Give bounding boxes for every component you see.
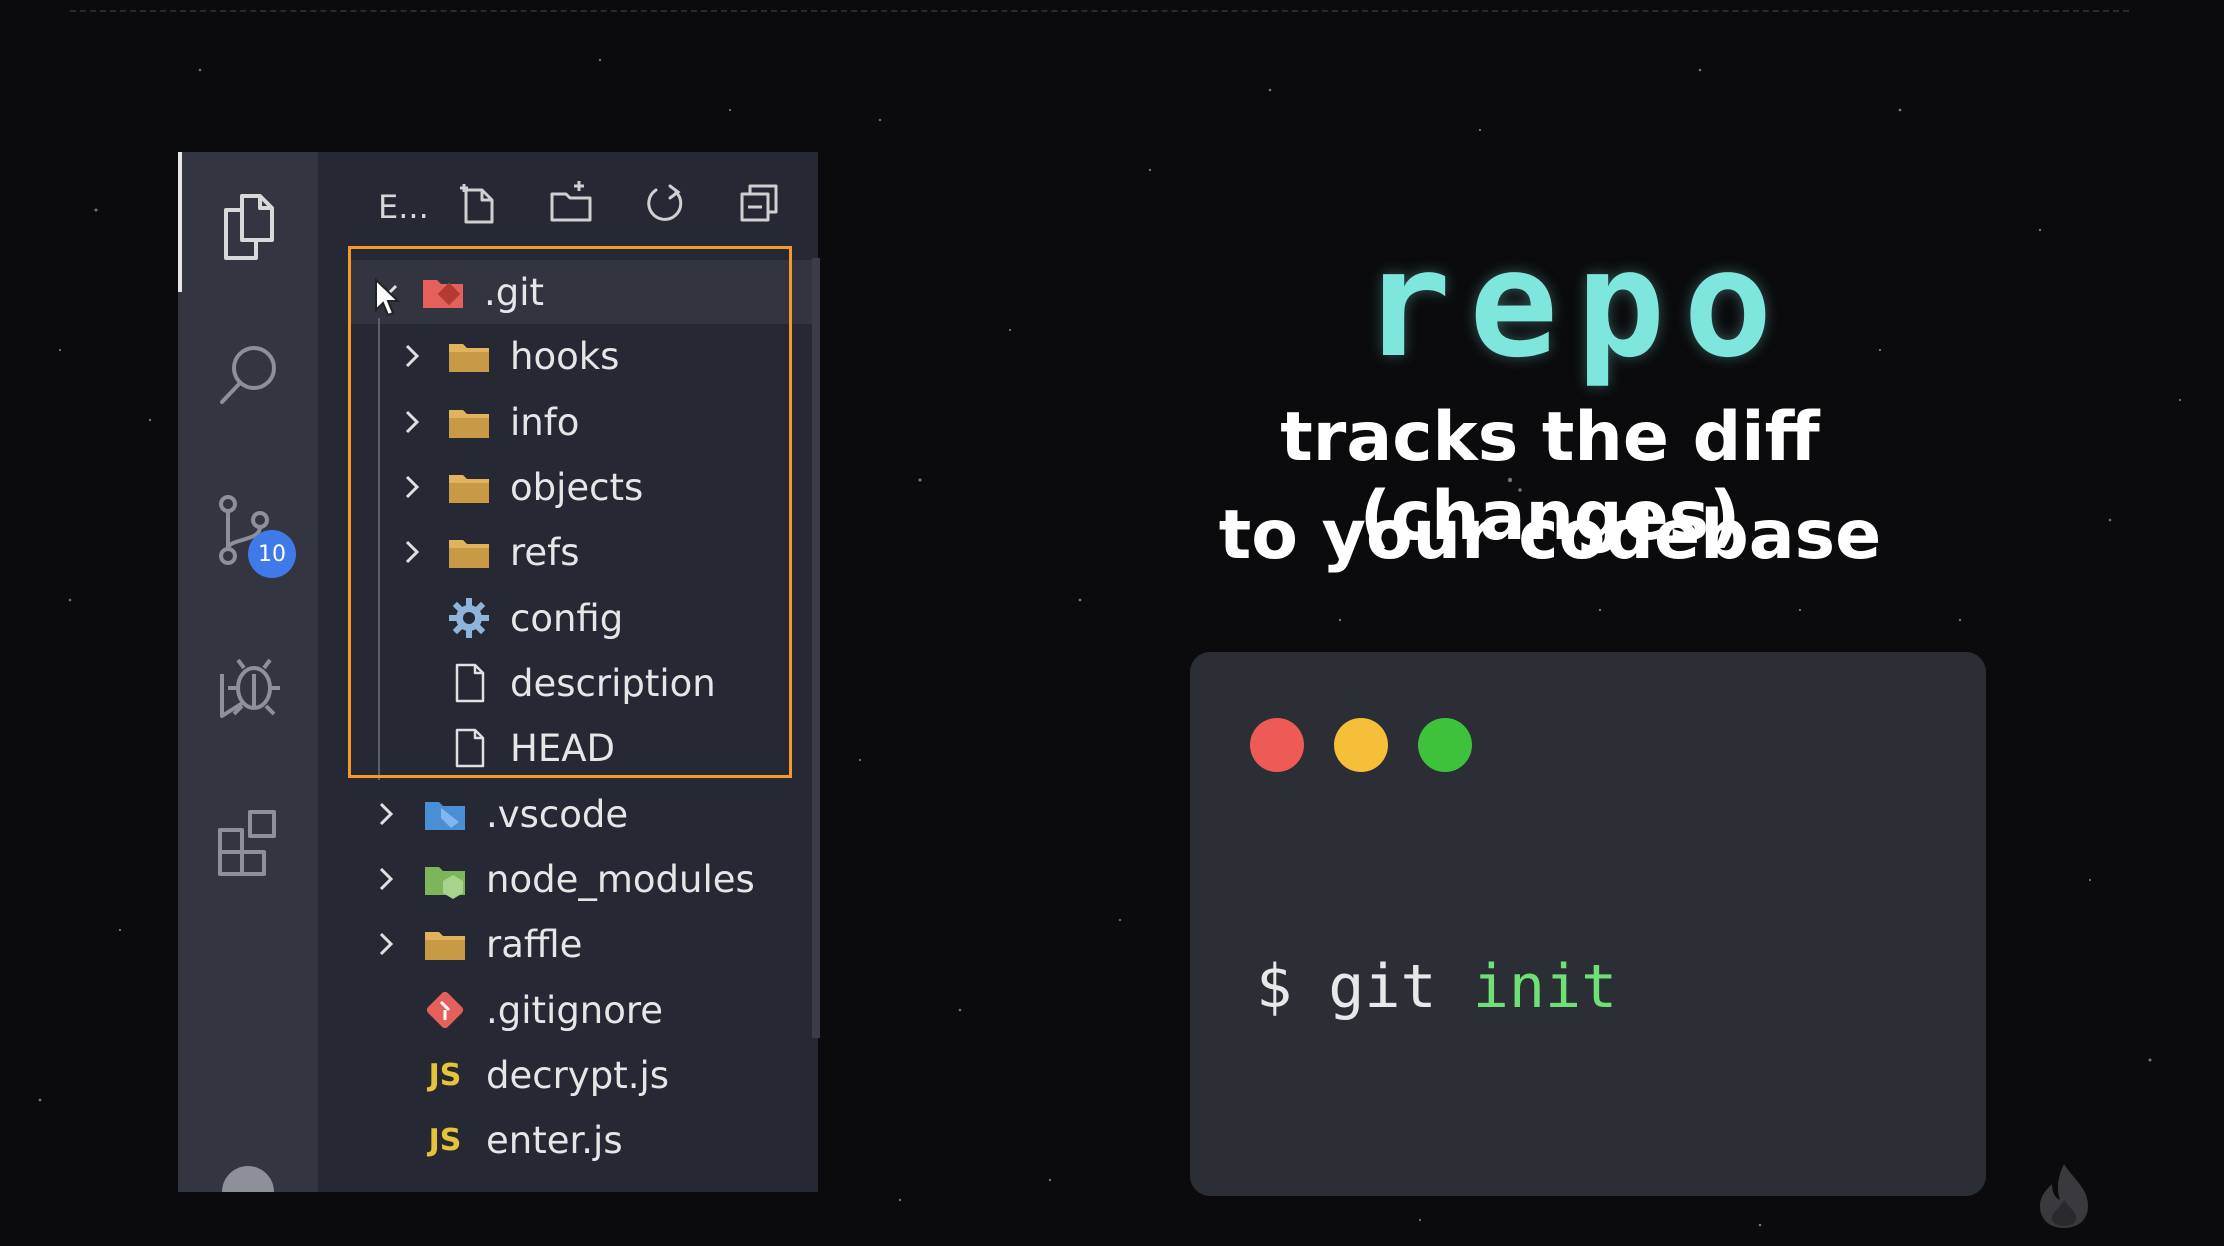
folder-icon [446,529,492,575]
tree-item-label: node_modules [486,857,755,901]
close-dot-icon [1250,718,1304,772]
subtitle-line-2: to your codebase [1218,496,1882,575]
tree-item-label: raffle [486,922,583,966]
explorer-icon[interactable] [208,186,288,266]
tree-item-label: HEAD [510,726,616,770]
collapse-all-icon[interactable] [734,178,784,228]
tree-item-label: .gitignore [486,988,664,1032]
new-file-icon[interactable] [454,178,504,228]
tree-item-label: refs [510,530,580,574]
source-control-badge: 10 [248,530,296,578]
terminal-window: $ git init [1190,652,1986,1196]
search-icon[interactable] [208,336,288,416]
tree-item-decrypt-js[interactable]: JS decrypt.js [348,1043,812,1107]
chevron-right-icon[interactable] [396,406,428,438]
terminal-command: $ git init [1256,952,1617,1022]
tree-item-label: info [510,400,580,444]
top-dashed-border [70,10,2129,12]
tree-item-head[interactable]: HEAD [348,716,812,780]
folder-icon [422,921,468,967]
tree-item-info[interactable]: info [348,390,812,454]
settings-gear-icon[interactable] [208,1152,288,1192]
explorer-scrollbar[interactable] [812,258,820,1038]
folder-icon [446,399,492,445]
chevron-right-icon[interactable] [370,798,402,830]
tree-item-config[interactable]: config [348,586,812,650]
tree-item-raffle[interactable]: raffle [348,912,812,976]
tree-item-label: decrypt.js [486,1053,670,1097]
minimize-dot-icon [1334,718,1388,772]
javascript-file-icon: JS [428,1122,462,1158]
command-prompt: $ git [1256,952,1473,1022]
git-folder-icon [420,269,466,315]
fireship-flame-icon [2040,1164,2088,1228]
chevron-right-icon[interactable] [370,863,402,895]
tree-item-description[interactable]: description [348,651,812,715]
mouse-cursor-icon [375,278,401,317]
explorer-header: E... [318,152,818,248]
folder-icon [446,464,492,510]
tree-item-label: description [510,661,716,705]
tree-item-enter-js[interactable]: JS enter.js [348,1108,812,1172]
refresh-icon[interactable] [640,178,690,228]
tree-item-gitignore[interactable]: .gitignore [348,978,812,1042]
node-folder-icon [422,856,468,902]
git-file-icon [422,987,468,1033]
maximize-dot-icon [1418,718,1472,772]
active-indicator [178,152,182,292]
command-keyword: init [1472,952,1618,1022]
tree-item-refs[interactable]: refs [348,520,812,584]
vscode-folder-icon [422,791,468,837]
tree-item-label: enter.js [486,1118,623,1162]
tree-item-objects[interactable]: objects [348,455,812,519]
javascript-file-icon: JS [428,1057,462,1093]
tree-item-node-modules[interactable]: node_modules [348,847,812,911]
folder-icon [446,333,492,379]
tree-item-label: .git [484,270,545,314]
tree-item-label: config [510,596,624,640]
chevron-right-icon[interactable] [396,471,428,503]
tree-item-label: hooks [510,334,620,378]
tree-item-label: .vscode [486,792,629,836]
explorer-title: E... [378,188,429,226]
page-title: repo [1362,218,1791,390]
file-icon [446,660,492,706]
chevron-right-icon[interactable] [370,928,402,960]
chevron-right-icon[interactable] [396,536,428,568]
tree-item-git[interactable]: .git [348,260,812,324]
gear-icon [446,595,492,641]
extensions-icon[interactable] [208,800,288,880]
debug-icon[interactable] [208,646,288,726]
activity-bar: 10 [178,152,318,1192]
chevron-right-icon[interactable] [396,340,428,372]
file-icon [446,725,492,771]
tree-item-vscode[interactable]: .vscode [348,782,812,846]
tree-item-hooks[interactable]: hooks [348,324,812,388]
new-folder-icon[interactable] [546,178,596,228]
tree-item-label: objects [510,465,644,509]
